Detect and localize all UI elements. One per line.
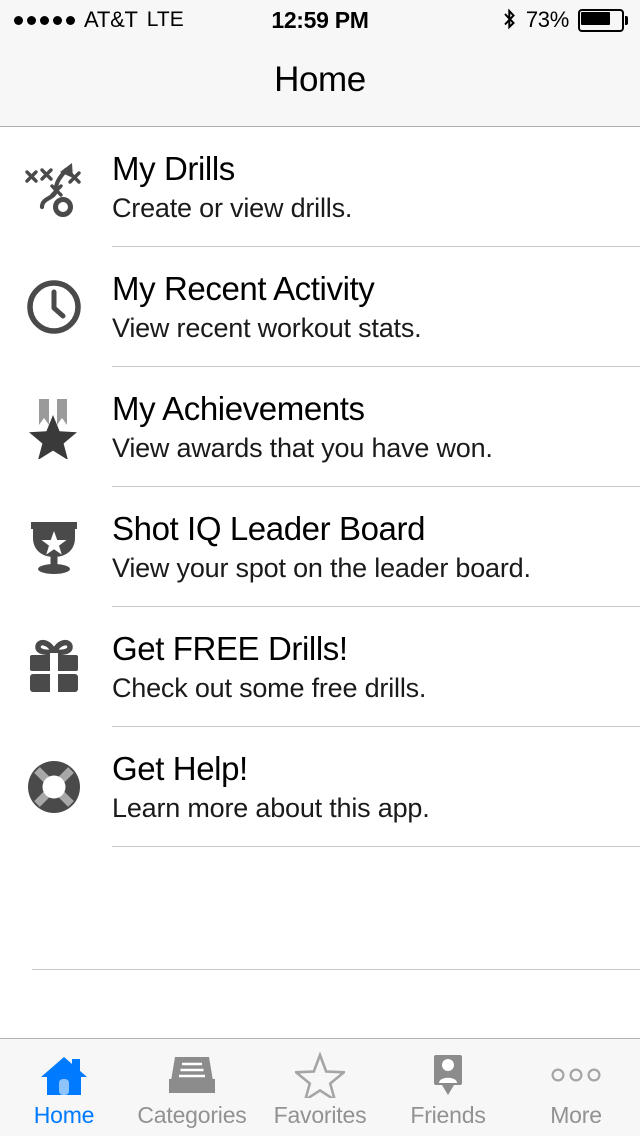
list-item-text-block: My Recent Activity View recent workout s…: [112, 247, 640, 367]
signal-strength-dots: [14, 15, 75, 25]
list-item-text-block: Shot IQ Leader Board View your spot on t…: [112, 487, 640, 607]
list-item-title: Get Help!: [112, 750, 248, 787]
list-item-get-free-drills[interactable]: Get FREE Drills! Check out some free dri…: [0, 607, 640, 727]
tab-bar[interactable]: Home Categories Favorites Friends More: [0, 1038, 640, 1136]
signal-dot: [66, 15, 75, 25]
list-item-title: Get FREE Drills!: [112, 630, 348, 667]
battery-fill: [581, 11, 610, 25]
house-icon: [39, 1050, 89, 1100]
list-item-my-recent-activity[interactable]: My Recent Activity View recent workout s…: [0, 247, 640, 367]
tab-label: Favorites: [273, 1102, 367, 1128]
tab-label: Categories: [137, 1102, 247, 1128]
list-item-text-block: Get Help! Learn more about this app.: [112, 727, 640, 847]
carrier-label: AT&T: [84, 7, 138, 32]
tab-home[interactable]: Home: [0, 1039, 128, 1136]
list-item-my-achievements[interactable]: My Achievements View awards that you hav…: [0, 367, 640, 487]
file-tray-icon: [167, 1050, 217, 1100]
list-item-text-block: Get FREE Drills! Check out some free dri…: [112, 607, 640, 727]
status-bar-left: AT&T LTE: [14, 0, 184, 40]
clock-label: 12:59 PM: [271, 6, 369, 33]
star-outline-icon: [295, 1050, 345, 1100]
battery-icon: [578, 8, 628, 32]
network-type-label: LTE: [146, 8, 184, 31]
list-item-subtitle: Check out some free drills.: [112, 673, 427, 703]
tab-favorites[interactable]: Favorites: [256, 1039, 384, 1136]
page-title: Home: [274, 60, 366, 99]
ellipsis-icon: [548, 1050, 604, 1100]
battery-cap: [625, 15, 628, 25]
tab-friends[interactable]: Friends: [384, 1039, 512, 1136]
tab-more[interactable]: More: [512, 1039, 640, 1136]
list-item-text-block: My Achievements View awards that you hav…: [112, 367, 640, 487]
app-screen: AT&T LTE 12:59 PM 73% Home My Drills Cre…: [0, 0, 640, 1136]
signal-dot: [53, 15, 62, 25]
list-item-my-drills[interactable]: My Drills Create or view drills.: [0, 127, 640, 247]
tab-categories[interactable]: Categories: [128, 1039, 256, 1136]
list-item-text-block: My Drills Create or view drills.: [112, 127, 640, 247]
list-item-subtitle: Learn more about this app.: [112, 793, 430, 823]
list-item-subtitle: View your spot on the leader board.: [112, 553, 531, 583]
signal-dot: [40, 15, 49, 25]
lifebuoy-icon: [0, 727, 112, 847]
status-bar-right: 73%: [502, 0, 628, 40]
playbook-drills-icon: [0, 127, 112, 247]
medal-star-icon: [0, 367, 112, 487]
tab-label: Home: [33, 1102, 95, 1128]
list-separator: [32, 969, 640, 970]
tab-label: Friends: [410, 1102, 486, 1128]
list-item-subtitle: View recent workout stats.: [112, 313, 422, 343]
signal-dot: [14, 15, 23, 25]
bluetooth-icon: [502, 8, 517, 32]
clock-icon: [0, 247, 112, 367]
person-badge-icon: [423, 1050, 473, 1100]
list-item-title: My Achievements: [112, 390, 365, 427]
trophy-icon: [0, 487, 112, 607]
signal-dot: [27, 15, 36, 25]
home-menu-list[interactable]: My Drills Create or view drills. My Rece…: [0, 127, 640, 1038]
list-item-subtitle: View awards that you have won.: [112, 433, 493, 463]
status-bar: AT&T LTE 12:59 PM 73%: [0, 0, 640, 40]
list-item-get-help[interactable]: Get Help! Learn more about this app.: [0, 727, 640, 847]
gift-icon: [0, 607, 112, 727]
list-item-shot-iq-leader-board[interactable]: Shot IQ Leader Board View your spot on t…: [0, 487, 640, 607]
list-item-subtitle: Create or view drills.: [112, 193, 353, 223]
tab-label: More: [550, 1102, 602, 1128]
battery-percent-label: 73%: [525, 7, 569, 32]
list-item-title: My Recent Activity: [112, 270, 375, 307]
list-item-title: My Drills: [112, 150, 235, 187]
navigation-bar: Home: [0, 40, 640, 127]
list-empty-row: [0, 847, 640, 970]
list-item-title: Shot IQ Leader Board: [112, 510, 426, 547]
